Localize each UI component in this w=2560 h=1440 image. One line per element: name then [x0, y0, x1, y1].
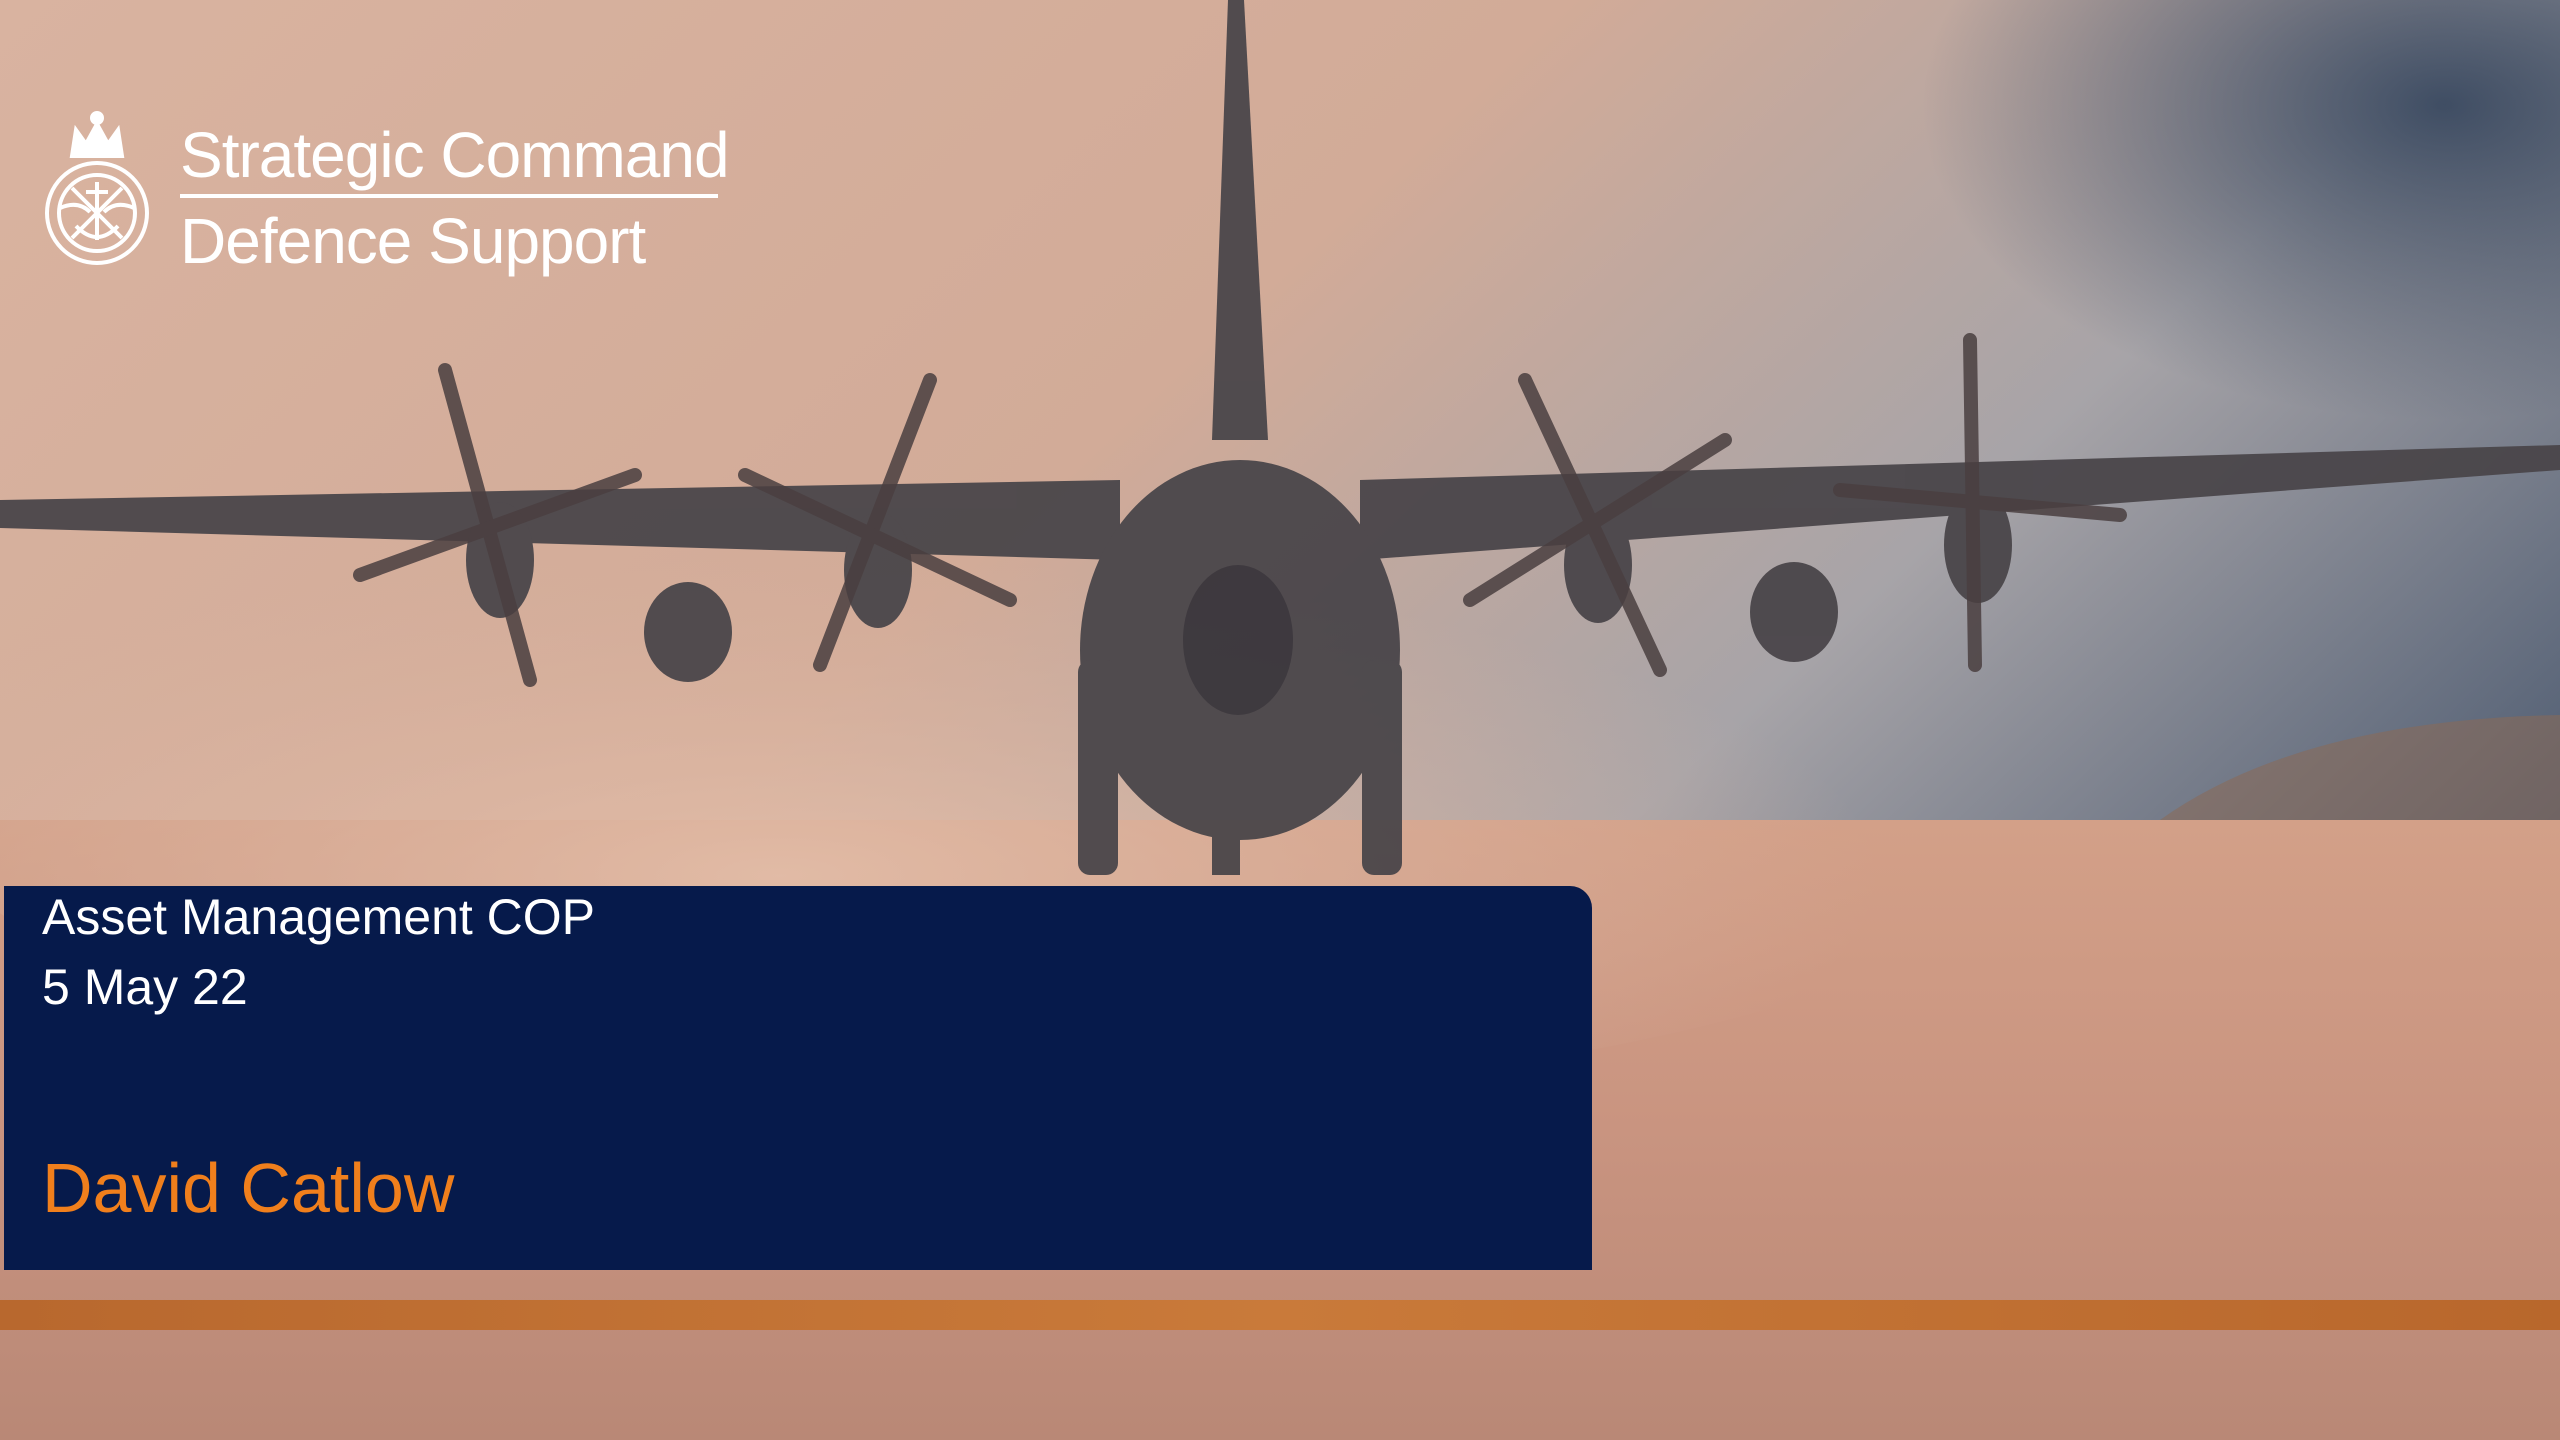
royal-crest-icon [45, 111, 149, 265]
event-date: 5 May 22 [42, 959, 248, 1015]
event-title: Asset Management COP [42, 889, 596, 945]
brand-divider [180, 194, 718, 198]
title-slide: Strategic Command Defence Support Asset … [0, 0, 2560, 1440]
presenter-name: David Catlow [42, 1149, 455, 1227]
brand-name-primary: Strategic Command [180, 119, 730, 191]
brand-name-secondary: Defence Support [180, 205, 646, 277]
title-panel: Asset Management COP 5 May 22 David Catl… [4, 886, 1592, 1270]
brand-logo: Strategic Command Defence Support [38, 108, 738, 278]
footer-stripe [0, 1300, 2560, 1330]
